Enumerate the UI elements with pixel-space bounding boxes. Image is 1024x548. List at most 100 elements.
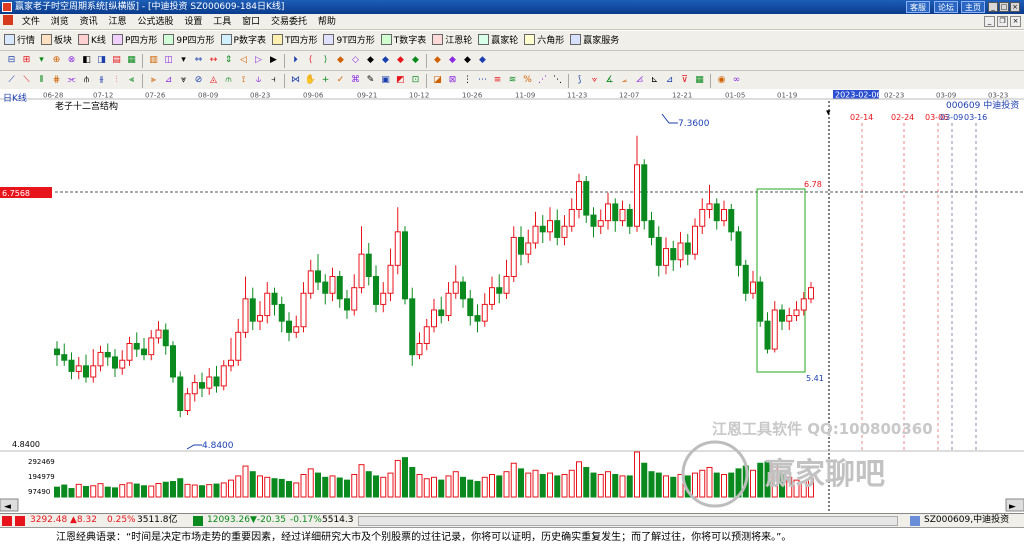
draw-tool-icon-11[interactable]: ◫	[162, 54, 175, 67]
gann-tool-icon-41[interactable]: ⦞	[633, 74, 646, 87]
toolbar-t-square-button[interactable]: T四方形	[271, 31, 317, 51]
toolbar-9t-square-button[interactable]: 9T四方形	[323, 31, 375, 51]
draw-tool-icon-18[interactable]: ▶	[267, 54, 280, 67]
draw-tool-icon-28[interactable]: ◆	[431, 54, 444, 67]
draw-tool-icon-3[interactable]: ▾	[35, 54, 48, 67]
gann-tool-icon-16[interactable]: ⟟	[237, 74, 250, 87]
gann-tool-icon-35[interactable]: ⋰	[536, 74, 549, 87]
scroll-bar[interactable]	[358, 516, 898, 526]
gann-tool-icon-6[interactable]: ⫛	[80, 74, 93, 87]
draw-tool-icon-30[interactable]: ◆	[461, 54, 474, 67]
gann-tool-icon-25[interactable]: ▣	[379, 74, 392, 87]
toolbar-quote-button[interactable]: 行情	[4, 31, 35, 51]
draw-tool-icon-8[interactable]: ▤	[110, 54, 123, 67]
gann-tool-icon-1[interactable]: ⟋	[5, 74, 18, 87]
gann-tool-icon-43[interactable]: ⊿	[663, 74, 676, 87]
gann-tool-icon-12[interactable]: ⩔	[177, 74, 190, 87]
draw-tool-icon-13[interactable]: ⇔	[192, 54, 205, 67]
gann-tool-icon-30[interactable]: ⋮	[461, 74, 474, 87]
gann-tool-icon-8[interactable]: ⫶	[110, 74, 123, 87]
menu-help[interactable]: 帮助	[314, 14, 340, 30]
kline-chart[interactable]: 06-28 07-12 07-26 08-09 08-23 09-06 09-21 10-12…	[0, 89, 1024, 513]
draw-tool-icon-12[interactable]: ▾	[177, 54, 190, 67]
gann-tool-icon-44[interactable]: ⊽	[678, 74, 691, 87]
gann-tool-icon-3[interactable]: ⫴	[35, 74, 48, 87]
gann-tool-icon-28[interactable]: ◪	[431, 74, 444, 87]
draw-tool-icon-6[interactable]: ◧	[80, 54, 93, 67]
gann-tool-icon-7[interactable]: ⫵	[95, 74, 108, 87]
draw-tool-icon-22[interactable]: ◆	[334, 54, 347, 67]
toolbar-t-number-button[interactable]: T数字表	[380, 31, 426, 51]
child-close-icon[interactable]: ×	[1010, 16, 1021, 27]
draw-tool-icon-24[interactable]: ◆	[364, 54, 377, 67]
draw-tool-icon-20[interactable]: ⟨	[304, 54, 317, 67]
gann-tool-icon-47[interactable]: ∞	[730, 74, 743, 87]
draw-tool-icon-4[interactable]: ⊕	[50, 54, 63, 67]
forum-button[interactable]: 论坛	[934, 1, 958, 13]
draw-tool-icon-7[interactable]: ◨	[95, 54, 108, 67]
toolbar-sector-button[interactable]: 板块	[41, 31, 72, 51]
gann-tool-icon-21[interactable]: +	[319, 74, 332, 87]
toolbar-9p-square-button[interactable]: 9P四方形	[163, 31, 215, 51]
gann-tool-icon-24[interactable]: ✎	[364, 74, 377, 87]
gann-tool-icon-9[interactable]: ⫷	[125, 74, 138, 87]
menu-file[interactable]: 文件	[18, 14, 44, 30]
toolbar-winner-wheel-button[interactable]: 赢家轮	[478, 31, 518, 51]
gann-tool-icon-20[interactable]: ✋	[304, 74, 317, 87]
menu-trade[interactable]: 交易委托	[267, 14, 311, 30]
draw-tool-icon-29[interactable]: ◆	[446, 54, 459, 67]
gann-tool-icon-19[interactable]: ⋈	[289, 74, 302, 87]
draw-tool-icon-16[interactable]: ◁	[237, 54, 250, 67]
gann-tool-icon-17[interactable]: ⫝	[252, 74, 265, 87]
customer-service-button[interactable]: 客服	[906, 1, 930, 13]
gann-tool-icon-14[interactable]: ◬	[207, 74, 220, 87]
draw-tool-icon-26[interactable]: ◆	[394, 54, 407, 67]
gann-tool-icon-5[interactable]: ⫘	[65, 74, 78, 87]
gann-tool-icon-13[interactable]: ⊘	[192, 74, 205, 87]
gann-tool-icon-32[interactable]: ≡	[491, 74, 504, 87]
gann-tool-icon-42[interactable]: ⊾	[648, 74, 661, 87]
gann-tool-icon-18[interactable]: ⫞	[267, 74, 280, 87]
draw-tool-icon-25[interactable]: ◆	[379, 54, 392, 67]
gann-tool-icon-4[interactable]: ⋕	[50, 74, 63, 87]
gann-tool-icon-11[interactable]: ⊿	[162, 74, 175, 87]
menu-browse[interactable]: 浏览	[47, 14, 73, 30]
draw-tool-icon-14[interactable]: ↔	[207, 54, 220, 67]
gann-tool-icon-33[interactable]: ≋	[506, 74, 519, 87]
home-button[interactable]: 主页	[961, 1, 985, 13]
menu-tools[interactable]: 工具	[209, 14, 235, 30]
gann-tool-icon-39[interactable]: ∡	[603, 74, 616, 87]
gann-tool-icon-45[interactable]: ▦	[693, 74, 706, 87]
gann-tool-icon-15[interactable]: ⫙	[222, 74, 235, 87]
gann-tool-icon-37[interactable]: ⟆	[573, 74, 586, 87]
gann-tool-icon-40[interactable]: ⦟	[618, 74, 631, 87]
draw-tool-icon-31[interactable]: ◆	[476, 54, 489, 67]
gann-tool-icon-36[interactable]: ⋱	[551, 74, 564, 87]
toolbar-service-button[interactable]: 赢家服务	[570, 31, 619, 51]
gann-tool-icon-29[interactable]: ⊠	[446, 74, 459, 87]
draw-tool-icon-15[interactable]: ⇕	[222, 54, 235, 67]
toolbar-hexagon-button[interactable]: 六角形	[524, 31, 564, 51]
draw-tool-icon-10[interactable]: ▥	[147, 54, 160, 67]
gann-tool-icon-10[interactable]: ⫸	[147, 74, 160, 87]
gann-tool-icon-38[interactable]: ⟇	[588, 74, 601, 87]
child-minimize-icon[interactable]: _	[984, 16, 995, 27]
child-restore-icon[interactable]: ❐	[997, 16, 1008, 27]
maximize-icon[interactable]: □	[999, 2, 1009, 12]
toolbar-p-square-button[interactable]: P四方形	[111, 31, 157, 51]
gann-tool-icon-46[interactable]: ◉	[715, 74, 728, 87]
menu-window[interactable]: 窗口	[238, 14, 264, 30]
draw-tool-icon-9[interactable]: ▦	[125, 54, 138, 67]
gann-tool-icon-2[interactable]: ⟍	[20, 74, 33, 87]
minimize-icon[interactable]: _	[988, 2, 998, 12]
draw-tool-icon-19[interactable]: ⏵	[289, 54, 302, 67]
menu-gann[interactable]: 江恩	[105, 14, 131, 30]
close-icon[interactable]: ×	[1010, 2, 1020, 12]
menu-formula[interactable]: 公式选股	[133, 14, 177, 30]
gann-tool-icon-27[interactable]: ⊡	[409, 74, 422, 87]
gann-tool-icon-34[interactable]: %	[521, 74, 534, 87]
gann-tool-icon-22[interactable]: ✓	[334, 74, 347, 87]
draw-tool-icon-23[interactable]: ◇	[349, 54, 362, 67]
gann-tool-icon-31[interactable]: ⋯	[476, 74, 489, 87]
toolbar-p-number-button[interactable]: P数字表	[220, 31, 266, 51]
